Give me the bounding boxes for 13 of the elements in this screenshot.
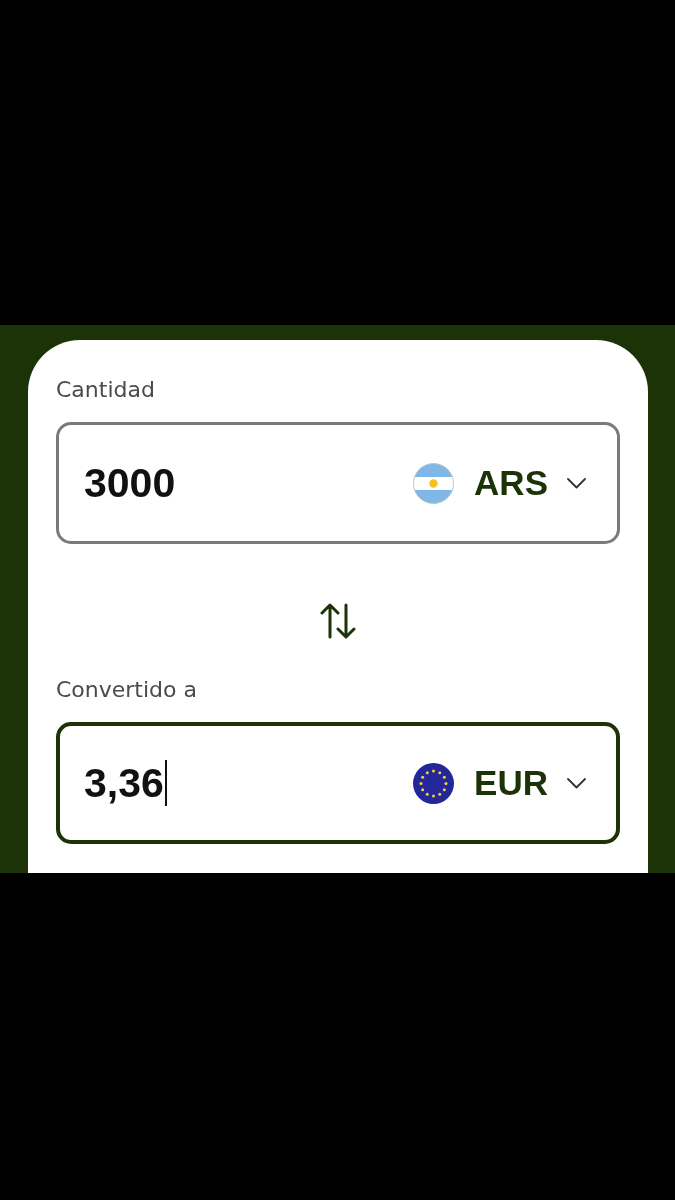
european-flag-icon bbox=[413, 762, 455, 804]
field-label: Convertido a bbox=[56, 677, 197, 703]
currency-select-button[interactable]: EUR bbox=[413, 762, 586, 804]
swap-button[interactable] bbox=[319, 603, 357, 639]
currency-select-button[interactable]: ARS bbox=[413, 462, 586, 504]
amount-field[interactable]: 3000 ARS bbox=[56, 422, 620, 544]
chevron-down-icon bbox=[567, 777, 586, 789]
field-label: Cantidad bbox=[56, 377, 155, 403]
swap-arrows-icon bbox=[319, 603, 357, 639]
chevron-down-icon bbox=[567, 477, 586, 489]
argentine-flag-icon bbox=[413, 462, 455, 504]
text-cursor bbox=[164, 760, 167, 806]
amount-field[interactable]: 3,36 EUR bbox=[56, 722, 620, 844]
